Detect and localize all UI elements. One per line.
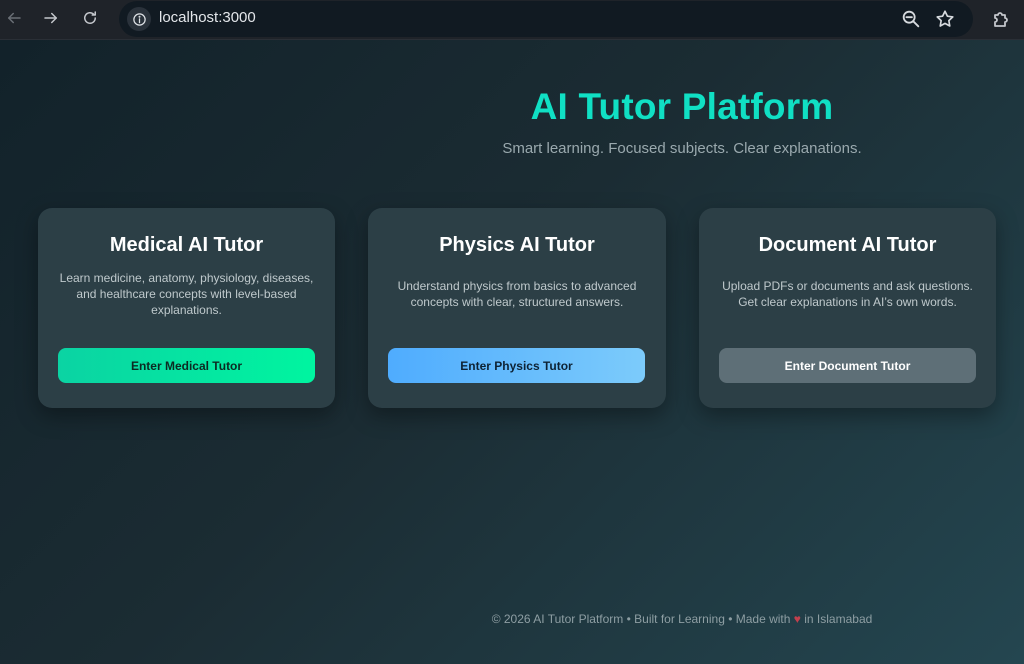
arrow-left-icon <box>5 9 23 31</box>
star-icon[interactable] <box>934 8 956 30</box>
reload-icon <box>81 9 99 31</box>
address-bar[interactable]: localhost:3000 <box>119 1 973 37</box>
card-description: Learn medicine, anatomy, physiology, dis… <box>59 271 314 317</box>
page-title: AI Tutor Platform <box>530 86 834 127</box>
forward-button[interactable] <box>37 6 65 34</box>
footer: © 2026 AI Tutor Platform • Built for Lea… <box>420 612 944 626</box>
footer-text: © 2026 AI Tutor Platform • Built for Lea… <box>491 612 791 626</box>
arrow-right-icon <box>42 9 60 31</box>
reload-button[interactable] <box>76 6 104 34</box>
card-description: Understand physics from basics to advanc… <box>397 279 637 309</box>
url-text[interactable]: localhost:3000 <box>159 9 256 26</box>
document-tutor-card: Document AI Tutor Upload PDFs or documen… <box>699 208 996 408</box>
page-subtitle: Smart learning. Focused subjects. Clear … <box>502 140 862 157</box>
browser-toolbar: localhost:3000 <box>0 0 1024 40</box>
physics-tutor-card: Physics AI Tutor Understand physics from… <box>368 208 666 408</box>
enter-document-tutor-button[interactable]: Enter Document Tutor <box>719 348 976 383</box>
heart-icon: ♥ <box>793 612 801 626</box>
page-body: AI Tutor Platform Smart learning. Focuse… <box>0 40 1024 664</box>
footer-location: in Islamabad <box>804 612 873 626</box>
back-button[interactable] <box>0 6 28 34</box>
info-icon[interactable] <box>127 7 151 31</box>
enter-physics-tutor-button[interactable]: Enter Physics Tutor <box>388 348 645 383</box>
enter-medical-tutor-button[interactable]: Enter Medical Tutor <box>58 348 315 383</box>
zoom-icon[interactable] <box>900 8 922 30</box>
card-title: Document AI Tutor <box>758 234 937 256</box>
medical-tutor-card: Medical AI Tutor Learn medicine, anatomy… <box>38 208 335 408</box>
card-description: Upload PDFs or documents and ask questio… <box>722 279 973 309</box>
card-title: Medical AI Tutor <box>109 234 264 256</box>
card-title: Physics AI Tutor <box>439 234 595 256</box>
puzzle-icon[interactable] <box>990 7 1014 31</box>
